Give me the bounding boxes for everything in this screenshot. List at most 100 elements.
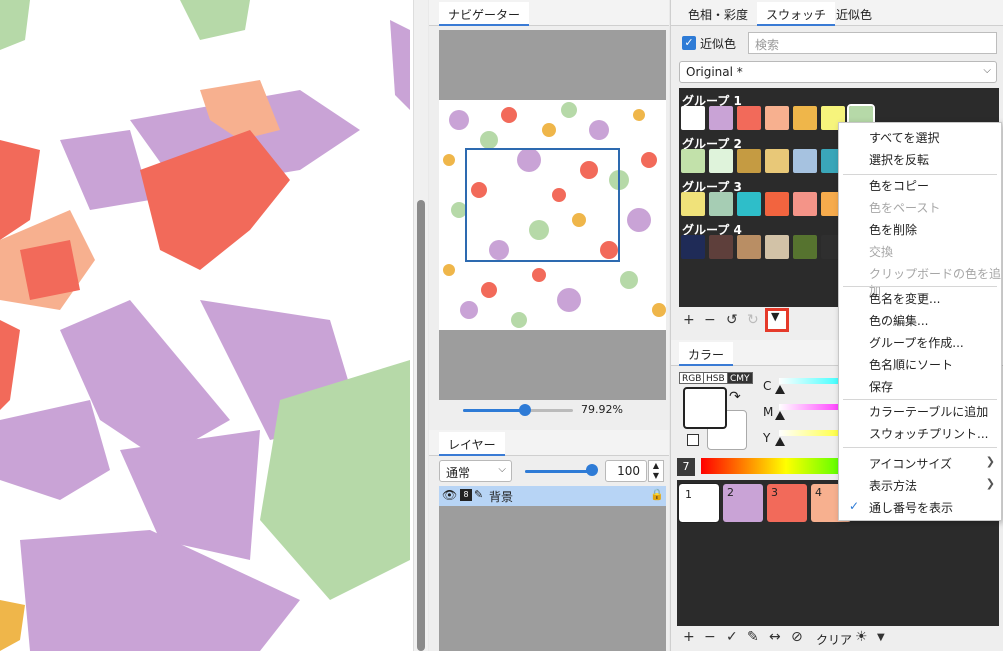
prohibit-icon[interactable]: ⊘ (791, 629, 803, 645)
tab-color[interactable]: カラー (679, 342, 734, 366)
swatch-color[interactable] (681, 149, 705, 173)
menu-item-add-clipboard-color[interactable]: クリップボードの色を追加 (839, 263, 1001, 298)
menu-item-edit-color[interactable]: 色の編集... (839, 310, 1001, 331)
menu-item-rename-color[interactable]: 色名を変更... (839, 288, 1001, 309)
zoom-slider-fill (463, 409, 521, 412)
blend-mode-select[interactable]: 通常 ⌵ (439, 460, 512, 482)
m-slider-knob[interactable] (775, 411, 785, 420)
clear-button[interactable]: クリア (816, 631, 852, 648)
swatch-color[interactable] (681, 235, 705, 259)
layer-row-background[interactable]: 👁 8 ✎ 背景 🔒 (439, 486, 666, 506)
add-icon[interactable]: + (683, 629, 695, 645)
menu-item-display-method[interactable]: 表示方法 ❯ (839, 475, 1001, 496)
menu-item-add-to-color-table[interactable]: カラーテーブルに追加 (839, 401, 1001, 422)
swatch-color[interactable] (765, 106, 789, 130)
swatch-color[interactable] (765, 235, 789, 259)
undo-icon[interactable]: ↺ (726, 312, 738, 328)
menu-separator (843, 447, 997, 448)
swatch-menu-button[interactable]: ▼ (765, 308, 789, 332)
swatch-color[interactable] (709, 149, 733, 173)
redo-icon[interactable]: ↻ (747, 312, 759, 328)
swatch-color[interactable] (765, 192, 789, 216)
palette-swatch[interactable]: 3 (767, 484, 807, 522)
menu-item-swap[interactable]: 交換 (839, 241, 1001, 262)
add-icon[interactable]: + (683, 312, 695, 328)
menu-item-delete-color[interactable]: 色を削除 (839, 219, 1001, 240)
palette-number: 4 (815, 486, 822, 499)
navigator-layer-panel: ナビゲーター 79.92% レイヤー 通常 ⌵ 100 ▲ ▼ 👁 8 ✎ 背景… (429, 0, 669, 651)
menu-item-invert-selection[interactable]: 選択を反転 (839, 149, 1001, 170)
palette-swatch[interactable]: 2 (723, 484, 763, 522)
mode-rgb[interactable]: RGB (679, 372, 705, 384)
tab-navigator[interactable]: ナビゲーター (439, 2, 530, 26)
menu-item-create-group[interactable]: グループを作成... (839, 332, 1001, 353)
foreground-color-swatch[interactable] (683, 387, 727, 429)
opacity-slider-knob[interactable] (586, 464, 598, 476)
blend-mode-value: 通常 (446, 466, 471, 480)
checkmark-icon: ✓ (849, 499, 860, 513)
swatch-color[interactable] (793, 149, 817, 173)
pencil-icon[interactable]: ✎ (747, 629, 759, 645)
tab-similar-color[interactable]: 近似色 (827, 2, 881, 26)
remove-icon[interactable]: − (704, 312, 716, 328)
menu-item-sort-by-name[interactable]: 色名順にソート (839, 354, 1001, 375)
swatch-color[interactable] (709, 192, 733, 216)
layer-name: 背景 (489, 490, 514, 504)
swatch-color[interactable] (681, 106, 705, 130)
opacity-stepper[interactable]: ▲ ▼ (648, 460, 664, 482)
zoom-slider-knob[interactable] (519, 404, 531, 416)
search-input[interactable]: 検索 (748, 32, 997, 54)
swap-arrows-icon[interactable]: ↔ (769, 629, 781, 645)
lock-icon[interactable]: 🔒 (650, 488, 664, 501)
y-slider-knob[interactable] (775, 437, 785, 446)
check-icon[interactable]: ✓ (726, 629, 738, 645)
mode-cmy[interactable]: CMY (727, 372, 753, 384)
navigator-view-rectangle[interactable] (465, 148, 620, 262)
swatch-color[interactable] (737, 235, 761, 259)
swatch-set-select[interactable]: Original * ⌵ (679, 61, 997, 83)
zoom-value: 79.92% (581, 403, 623, 416)
drawing-canvas[interactable] (0, 0, 428, 651)
navigator-preview[interactable] (439, 30, 666, 400)
tab-layer[interactable]: レイヤー (439, 432, 505, 456)
swatch-color[interactable] (765, 149, 789, 173)
menu-item-show-serial-number[interactable]: ✓ 通し番号を表示 (839, 497, 1001, 518)
swatch-color[interactable] (793, 235, 817, 259)
mode-hsb[interactable]: HSB (703, 372, 728, 384)
menu-item-select-all[interactable]: すべてを選択 (839, 127, 1001, 148)
palette-swatch[interactable]: 1 (678, 483, 720, 523)
opacity-input[interactable]: 100 (605, 460, 647, 482)
swatch-color[interactable] (737, 149, 761, 173)
swatch-color[interactable] (793, 106, 817, 130)
layer-mode-icon: 8 (460, 489, 472, 501)
remove-icon[interactable]: − (704, 629, 716, 645)
swap-colors-icon[interactable]: ↷ (729, 389, 741, 405)
cmy-label-m: M (763, 405, 774, 419)
menu-item-save[interactable]: 保存 (839, 376, 1001, 397)
c-slider-knob[interactable] (775, 385, 785, 394)
triangle-down-icon[interactable]: ▼ (877, 632, 885, 643)
chevron-down-icon: ⌵ (983, 65, 991, 76)
transparent-color-toggle[interactable] (687, 434, 699, 446)
menu-item-icon-size[interactable]: アイコンサイズ ❯ (839, 453, 1001, 474)
palette-number: 1 (685, 488, 692, 501)
swatch-color[interactable] (681, 192, 705, 216)
eye-icon[interactable]: 👁 (442, 488, 457, 502)
swatch-color[interactable] (793, 192, 817, 216)
swatch-tabbar: 色相・彩度 スウォッチ 近似色 (671, 0, 1003, 26)
canvas-scroll-thumb[interactable] (417, 200, 425, 651)
menu-item-swatch-print[interactable]: スウォッチプリント... (839, 423, 1001, 444)
swatch-color[interactable] (737, 192, 761, 216)
tab-swatch[interactable]: スウォッチ (757, 2, 836, 26)
sun-icon[interactable]: ☀ (855, 629, 868, 645)
swatch-color[interactable] (737, 106, 761, 130)
swatch-color[interactable] (709, 235, 733, 259)
menu-item-copy-color[interactable]: 色をコピー (839, 175, 1001, 196)
swatch-color[interactable] (709, 106, 733, 130)
similar-color-checkbox[interactable]: ✓ (682, 36, 696, 50)
tab-hue-saturation[interactable]: 色相・彩度 (679, 2, 757, 26)
palette-count-badge: 7 (677, 458, 695, 476)
canvas-scrollbar[interactable] (413, 0, 428, 651)
layer-controls: 通常 ⌵ 100 ▲ ▼ (439, 460, 666, 484)
menu-item-paste-color[interactable]: 色をペースト (839, 197, 1001, 218)
